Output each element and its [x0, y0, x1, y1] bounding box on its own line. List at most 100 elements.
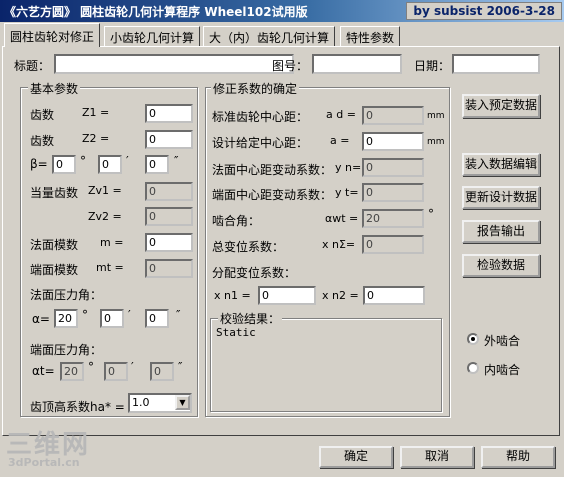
- zv-label: 当量齿数: [30, 186, 79, 200]
- xsum-symbol: x nΣ=: [322, 238, 356, 251]
- cancel-button[interactable]: 取消: [400, 446, 474, 468]
- yt-field: 0: [362, 183, 424, 202]
- internal-mesh-label: 内啮合: [484, 363, 521, 377]
- ad-unit: mm: [427, 111, 445, 121]
- beta-deg-input[interactable]: 0: [52, 155, 76, 174]
- z2-symbol: Z2 =: [82, 132, 110, 145]
- tab-gear-pair-correction[interactable]: 圆柱齿轮对修正: [4, 23, 101, 47]
- yn-label: 法面中心距变动系数：: [212, 163, 333, 177]
- drawing-number-label: 图号：: [272, 59, 309, 73]
- beta-sec-input[interactable]: 0: [145, 155, 169, 174]
- beta-min-mark: ′: [126, 154, 129, 168]
- xn1-symbol: x n1 =: [214, 289, 251, 302]
- zv2-field: 0: [145, 207, 193, 226]
- title-field[interactable]: [54, 54, 294, 74]
- title-label: 标题：: [14, 59, 51, 73]
- normal-module-input[interactable]: 0: [145, 233, 193, 252]
- external-mesh-radio[interactable]: [467, 333, 479, 345]
- awt-symbol: αwt =: [325, 212, 359, 225]
- a-symbol: a =: [330, 134, 350, 147]
- mesh-angle-field: 20: [362, 209, 424, 228]
- addendum-coef-value: 1.0: [132, 396, 150, 409]
- alpha-label: 法面压力角：: [30, 288, 103, 302]
- check-result-text: Static: [216, 326, 256, 339]
- alpha-min-mark: ′: [128, 308, 131, 322]
- shift-distribution-label: 分配变位系数：: [212, 266, 297, 280]
- alphat-deg-mark: °: [88, 360, 94, 374]
- xn2-input[interactable]: 0: [363, 286, 425, 305]
- alpha-sec-input[interactable]: 0: [145, 309, 169, 328]
- z1-label: 齿数: [30, 108, 55, 122]
- zv2-symbol: Zv2 =: [88, 210, 122, 223]
- date-label: 日期：: [414, 59, 451, 73]
- zv1-symbol: Zv1 =: [88, 184, 122, 197]
- load-preset-button[interactable]: 装入预定数据: [462, 94, 540, 118]
- alpha-symbol: α=: [32, 312, 50, 326]
- total-shift-field: 0: [362, 235, 424, 254]
- xn1-input[interactable]: 0: [258, 286, 316, 305]
- alphat-sec-field: 0: [150, 362, 174, 381]
- ok-button[interactable]: 确定: [319, 446, 393, 468]
- alphat-sec-mark: ″: [178, 360, 183, 374]
- update-design-button[interactable]: 更新设计数据: [462, 186, 540, 209]
- check-result-legend: 校验结果：: [218, 310, 283, 327]
- yn-symbol: y n=: [335, 161, 362, 174]
- external-mesh-label: 外啮合: [484, 334, 521, 348]
- xn2-symbol: x n2 =: [322, 289, 359, 302]
- correction-legend: 修正系数的确定: [211, 80, 300, 97]
- date-field[interactable]: [452, 54, 540, 74]
- awt-deg-mark: °: [428, 207, 434, 221]
- design-center-distance-label: 设计给定中心距：: [212, 136, 309, 150]
- alphat-deg-field: 20: [60, 362, 84, 381]
- z1-input[interactable]: 0: [145, 104, 193, 123]
- zv1-field: 0: [145, 182, 193, 201]
- std-center-distance-field: 0: [362, 106, 424, 125]
- watermark-site: 3dPortal.cn: [8, 456, 80, 469]
- total-shift-label: 总变位系数：: [212, 240, 285, 254]
- alphat-min-field: 0: [104, 362, 128, 381]
- window-title: 《六艺方圆》 圆柱齿轮几何计算程序 Wheel102试用版: [4, 5, 308, 19]
- internal-mesh-radio[interactable]: [467, 362, 479, 374]
- tab-characteristics[interactable]: 特性参数: [340, 26, 401, 46]
- transverse-module-field: 0: [145, 259, 193, 278]
- std-center-distance-label: 标准齿轮中心距：: [212, 110, 309, 124]
- report-output-button[interactable]: 报告输出: [462, 220, 540, 243]
- alphat-symbol: αt=: [32, 364, 55, 378]
- chevron-down-icon[interactable]: ▼: [175, 395, 190, 410]
- addendum-coef-label: 齿顶高系数ha* =: [30, 400, 125, 414]
- yn-field: 0: [362, 158, 424, 177]
- yt-symbol: y t=: [335, 186, 359, 199]
- mn-label: 法面模数: [30, 238, 79, 252]
- z2-label: 齿数: [30, 134, 55, 148]
- mesh-angle-label: 啮合角：: [212, 214, 261, 228]
- yt-label: 端面中心距变动系数：: [212, 188, 333, 202]
- mt-symbol: mt =: [96, 261, 124, 274]
- alphat-label: 端面压力角：: [30, 343, 103, 357]
- z2-input[interactable]: 0: [145, 130, 193, 149]
- title-bar[interactable]: 《六艺方圆》 圆柱齿轮几何计算程序 Wheel102试用版 by subsist…: [0, 0, 564, 22]
- addendum-coef-select[interactable]: 1.0 ▼: [128, 393, 192, 413]
- verify-data-button[interactable]: 检验数据: [462, 254, 540, 277]
- alphat-min-mark: ′: [131, 360, 134, 374]
- beta-sec-mark: ″: [174, 154, 179, 168]
- mn-symbol: m =: [100, 236, 124, 249]
- ad-symbol: a d =: [326, 108, 356, 121]
- alpha-deg-input[interactable]: 20: [54, 309, 78, 328]
- alpha-deg-mark: °: [82, 308, 88, 322]
- tab-gear-geometry[interactable]: 大（内）齿轮几何计算: [203, 26, 336, 46]
- a-unit: mm: [427, 137, 445, 147]
- design-center-distance-input[interactable]: 0: [362, 132, 424, 151]
- beta-deg-mark: °: [80, 154, 86, 168]
- basic-params-legend: 基本参数: [28, 80, 81, 97]
- tab-pinion-geometry[interactable]: 小齿轮几何计算: [104, 26, 201, 46]
- drawing-number-field[interactable]: [312, 54, 402, 74]
- author-badge: by subsist 2006-3-28: [406, 2, 562, 20]
- load-edit-button[interactable]: 装入数据编辑: [462, 153, 540, 176]
- beta-min-input[interactable]: 0: [98, 155, 122, 174]
- alpha-min-input[interactable]: 0: [100, 309, 124, 328]
- z1-symbol: Z1 =: [82, 106, 110, 119]
- mt-label: 端面模数: [30, 263, 79, 277]
- alpha-sec-mark: ″: [176, 308, 181, 322]
- help-button[interactable]: 帮助: [481, 446, 555, 468]
- beta-symbol: β=: [30, 157, 48, 171]
